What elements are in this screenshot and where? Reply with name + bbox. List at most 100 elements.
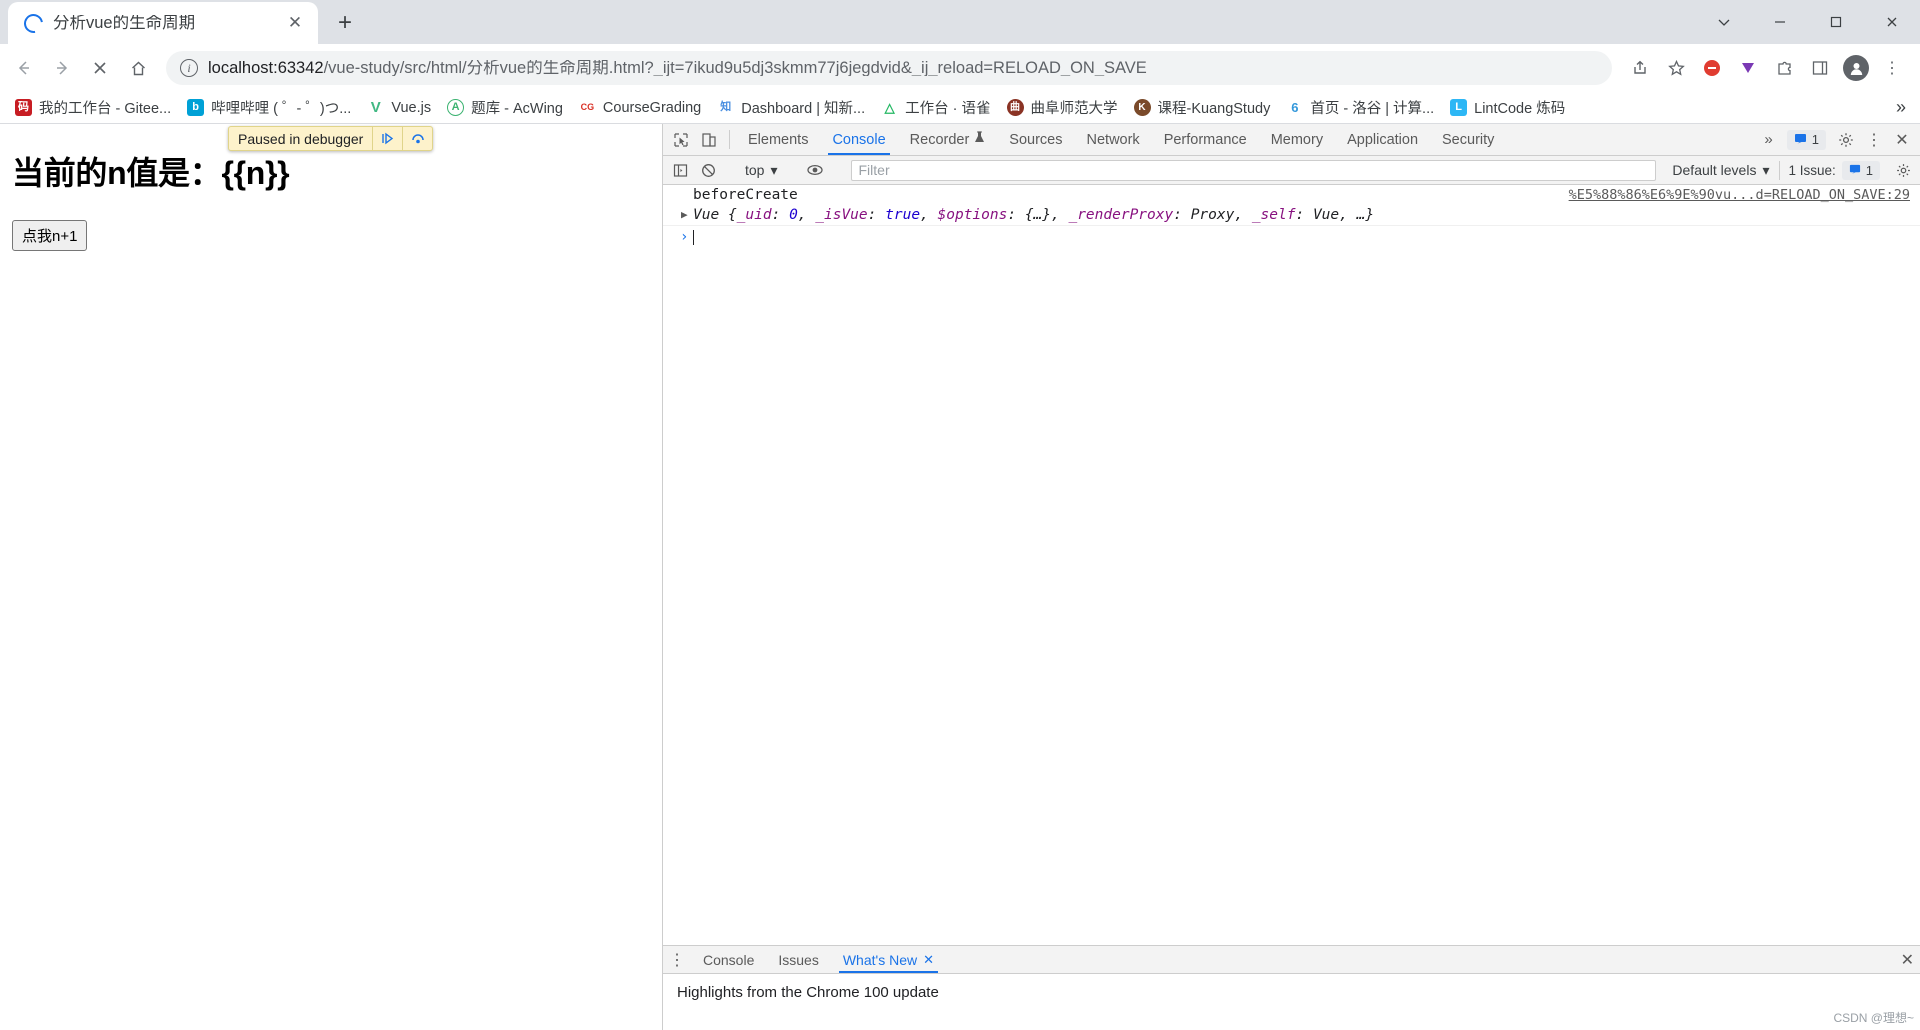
bookmark-item[interactable]: 码 我的工作台 - Gitee...: [8, 94, 178, 121]
bookmark-star-icon[interactable]: [1658, 50, 1694, 86]
tab-performance[interactable]: Performance: [1152, 124, 1259, 155]
resume-script-icon[interactable]: [372, 127, 402, 150]
bookmark-item[interactable]: V Vue.js: [360, 96, 438, 119]
console-levels-selector[interactable]: Default levels ▾: [1664, 162, 1777, 179]
vuejs-icon: V: [367, 99, 385, 116]
home-button[interactable]: [120, 50, 156, 86]
tab-label: Recorder: [909, 131, 970, 148]
tab-memory[interactable]: Memory: [1259, 124, 1335, 155]
tab-sources[interactable]: Sources: [997, 124, 1074, 155]
side-panel-icon[interactable]: [1802, 50, 1838, 86]
minimize-icon[interactable]: [1752, 0, 1808, 44]
v-extension-icon[interactable]: [1730, 50, 1766, 86]
console-message-source[interactable]: %E5%88%86%E6%9E%90vu...d=RELOAD_ON_SAVE:…: [1569, 187, 1910, 203]
adblock-extension-icon[interactable]: [1694, 50, 1730, 86]
bookmark-label: 题库 - AcWing: [471, 101, 563, 117]
console-object-preview: Vue {_uid: 0, _isVue: true, $options: {……: [693, 207, 1374, 223]
drawer-tab-close-icon[interactable]: ✕: [923, 952, 934, 968]
console-prompt[interactable]: ›: [663, 226, 1920, 248]
url-path: /vue-study/src/html/分析vue的生命周期.html?_ijt…: [323, 59, 1147, 77]
live-expression-icon[interactable]: [802, 158, 828, 182]
tab-loading-spinner-icon: [20, 9, 47, 37]
bookmark-item[interactable]: CG CourseGrading: [572, 96, 708, 119]
expand-arrow-icon[interactable]: ▶: [681, 208, 688, 221]
maximize-icon[interactable]: [1808, 0, 1864, 44]
bookmark-item[interactable]: 6 首页 - 洛谷 | 计算...: [1279, 94, 1441, 121]
chevron-down-icon[interactable]: [1696, 0, 1752, 44]
bookmark-item[interactable]: A 题库 - AcWing: [440, 94, 570, 121]
tab-console[interactable]: Console: [820, 124, 897, 155]
browser-tab[interactable]: 分析vue的生命周期 ✕: [8, 2, 318, 44]
bookmark-label: 首页 - 洛谷 | 计算...: [1310, 101, 1435, 117]
address-bar-url: localhost:63342/vue-study/src/html/分析vue…: [208, 60, 1598, 77]
drawer-tab-issues[interactable]: Issues: [766, 946, 830, 973]
back-button[interactable]: [6, 50, 42, 86]
bookmark-item[interactable]: △ 工作台 · 语雀: [874, 94, 997, 121]
paused-in-debugger-label: Paused in debugger: [238, 130, 364, 147]
console-filter-input[interactable]: Filter: [850, 159, 1657, 181]
chevron-down-icon: ▾: [770, 161, 778, 178]
new-tab-button[interactable]: +: [328, 6, 362, 40]
issues-count: 1: [1865, 162, 1873, 178]
kuangstudy-icon: K: [1133, 99, 1151, 116]
console-settings-icon[interactable]: [1890, 158, 1916, 182]
tab-elements[interactable]: Elements: [736, 124, 820, 155]
bookmark-item[interactable]: b 哔哩哔哩 ( ゜- ゜)つ...: [180, 94, 358, 121]
lintcode-icon: L: [1450, 99, 1468, 116]
device-toolbar-icon[interactable]: [695, 124, 723, 155]
increment-button[interactable]: 点我n+1: [12, 220, 88, 251]
close-devtools-icon[interactable]: ✕: [1888, 130, 1916, 150]
profile-avatar[interactable]: [1838, 50, 1874, 86]
bookmark-item[interactable]: 知 Dashboard | 知新...: [710, 94, 872, 121]
console-context-selector[interactable]: top ▾: [738, 159, 785, 181]
more-tabs-button[interactable]: »: [1756, 131, 1780, 148]
tab-label: Console: [832, 131, 886, 148]
devtools-drawer: ⋮ Console Issues What's New ✕ ✕ Highligh…: [663, 945, 1920, 1030]
bookmark-label: CourseGrading: [602, 99, 702, 116]
drawer-tab-whats-new[interactable]: What's New ✕: [831, 946, 946, 973]
tab-network[interactable]: Network: [1075, 124, 1152, 155]
content-area: Paused in debugger 当前的n值是：{{n}} 点我n+1 El…: [0, 124, 1920, 1030]
drawer-menu-button[interactable]: ⋮: [663, 946, 691, 973]
devtools-menu-button[interactable]: ⋮: [1860, 130, 1888, 150]
console-sidebar-icon[interactable]: [667, 158, 693, 182]
console-issues-summary[interactable]: 1 Issue: 1: [1779, 160, 1888, 180]
drawer-close-button[interactable]: ✕: [1901, 946, 1920, 973]
devtools-panel: Elements Console Recorder Sources Networ…: [662, 124, 1920, 1030]
console-log-area[interactable]: beforeCreate %E5%88%86%E6%9E%90vu...d=RE…: [663, 185, 1920, 945]
tab-application[interactable]: Application: [1335, 124, 1430, 155]
bookmarks-overflow-button[interactable]: »: [1888, 97, 1914, 118]
console-message[interactable]: beforeCreate %E5%88%86%E6%9E%90vu...d=RE…: [663, 185, 1920, 205]
issues-count: 1: [1811, 132, 1819, 147]
drawer-tab-console[interactable]: Console: [691, 946, 766, 973]
share-icon[interactable]: [1622, 50, 1658, 86]
close-window-icon[interactable]: [1864, 0, 1920, 44]
browser-menu-button[interactable]: ⋮: [1874, 50, 1910, 86]
inspect-element-icon[interactable]: [667, 124, 695, 155]
bookmark-label: 工作台 · 语雀: [905, 101, 991, 117]
bookmark-item[interactable]: K 课程-KuangStudy: [1127, 94, 1278, 121]
console-message[interactable]: ▶ Vue {_uid: 0, _isVue: true, $options: …: [663, 205, 1920, 226]
gear-icon[interactable]: [1832, 132, 1860, 148]
bookmark-label: LintCode 炼码: [1474, 101, 1566, 117]
issues-badge[interactable]: 1: [1786, 129, 1826, 150]
acwing-icon: A: [447, 99, 465, 116]
devtools-tabbar-actions: » 1 ⋮ ✕: [1756, 124, 1920, 155]
tab-close-icon[interactable]: ✕: [284, 12, 306, 34]
bilibili-icon: b: [187, 99, 205, 116]
stop-loading-button[interactable]: [82, 50, 118, 86]
paused-in-debugger-overlay: Paused in debugger: [228, 126, 434, 151]
site-info-icon[interactable]: i: [180, 59, 198, 77]
tab-security[interactable]: Security: [1430, 124, 1506, 155]
forward-button[interactable]: [44, 50, 80, 86]
bookmark-item[interactable]: 曲 曲阜师范大学: [1000, 94, 1125, 121]
address-bar[interactable]: i localhost:63342/vue-study/src/html/分析v…: [166, 51, 1612, 85]
clear-console-icon[interactable]: [695, 158, 721, 182]
tab-recorder[interactable]: Recorder: [898, 124, 998, 155]
object-preview-body: {_uid: 0, _isVue: true, $options: {…}, _…: [727, 207, 1375, 223]
puzzle-extension-icon[interactable]: [1766, 50, 1802, 86]
luogu-icon: 6: [1286, 99, 1304, 116]
step-over-icon[interactable]: [402, 127, 432, 150]
bookmark-item[interactable]: L LintCode 炼码: [1443, 94, 1572, 121]
page-viewport: Paused in debugger 当前的n值是：{{n}} 点我n+1: [0, 124, 662, 1030]
